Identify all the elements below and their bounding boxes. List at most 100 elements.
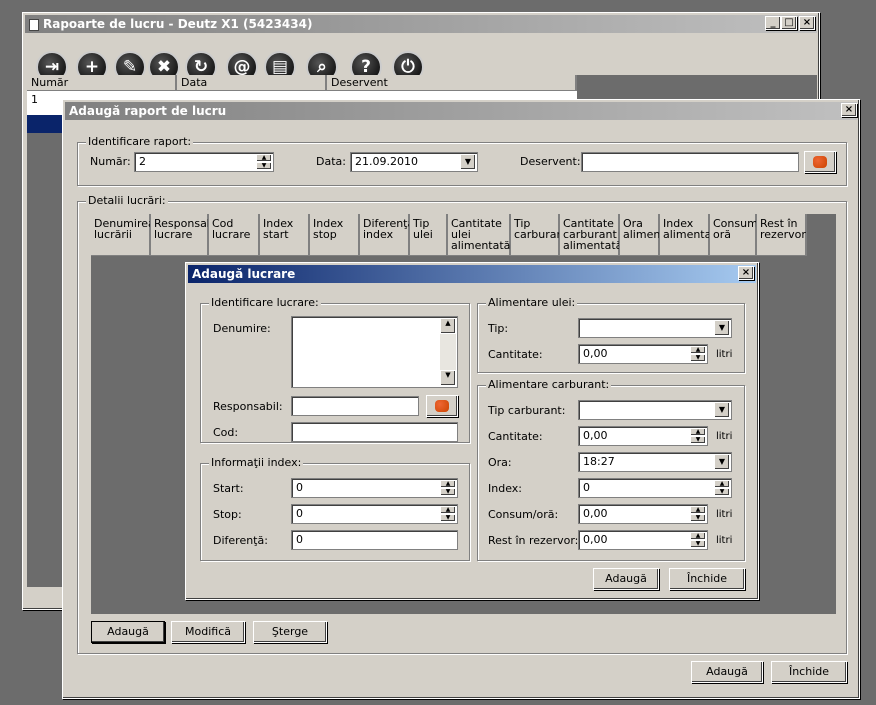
detail-col-header[interactable]: Cantitate carburant alimentată — [560, 214, 620, 256]
chevron-down-icon[interactable]: ▼ — [714, 320, 730, 336]
col-header-data[interactable]: Data — [177, 75, 327, 91]
add-row-button[interactable]: Adaugă — [91, 621, 165, 643]
power-icon: ⏻ — [401, 57, 415, 77]
oil-cantitate-stepper[interactable]: 0,00 ▲ ▼ — [578, 344, 708, 364]
report-identification-group: Identificare raport: Număr: 2 ▲ ▼ Data: 21… — [77, 135, 847, 186]
close-button[interactable]: × — [799, 16, 815, 30]
start-value: 0 — [296, 481, 303, 494]
diferenta-label: Diferenţă: — [213, 534, 268, 547]
chevron-down-icon[interactable]: ▼ — [460, 154, 476, 170]
work-dialog-close-button[interactable]: × — [738, 266, 754, 280]
col-header-deservent[interactable]: Deservent — [327, 75, 577, 91]
chevron-down-icon[interactable]: ▼ — [714, 402, 730, 418]
modify-row-button[interactable]: Modifică — [171, 621, 245, 643]
deservent-label: Deservent: — [520, 155, 581, 168]
numar-spin[interactable]: ▲ ▼ — [256, 154, 272, 170]
help-icon: ? — [361, 57, 371, 77]
oil-cantitate-label: Cantitate: — [488, 348, 543, 361]
start-spin[interactable]: ▲ ▼ — [440, 480, 456, 496]
pencil-icon: ✎ — [122, 57, 138, 77]
people-icon — [435, 400, 449, 412]
deservent-picker-button[interactable] — [804, 151, 836, 173]
col-header-numar[interactable]: Număr — [27, 75, 177, 91]
index-info-group: Informaţii index: Start: 0 ▲ ▼ Stop: 0 ▲ ▼ D… — [200, 456, 470, 561]
report-dialog-title-bar[interactable]: Adaugă raport de lucru — [65, 102, 857, 120]
detail-col-header[interactable]: Cod lucrare — [209, 214, 260, 256]
oil-cantitate-value: 0,00 — [583, 347, 608, 360]
fuel-cantitate-stepper[interactable]: 0,00 ▲ ▼ — [578, 426, 708, 446]
minimize-button[interactable]: _ — [765, 16, 781, 30]
report-identification-legend: Identificare raport: — [86, 135, 194, 148]
detail-col-header[interactable]: Index alimentare — [660, 214, 710, 256]
detail-col-header[interactable]: Tip ulei — [410, 214, 448, 256]
data-label: Data: — [316, 155, 346, 168]
work-dialog-title-bar[interactable]: Adaugă lucrare — [188, 265, 756, 283]
consum-stepper[interactable]: 0,00 ▲ ▼ — [578, 504, 708, 524]
at-icon: @ — [233, 57, 251, 77]
detail-col-header[interactable]: Ora alimentare — [620, 214, 660, 256]
responsabil-label: Responsabil: — [213, 400, 283, 413]
selected-row-marker[interactable] — [27, 115, 67, 133]
scroll-up-icon[interactable]: ▲ — [440, 318, 456, 334]
add-report-button[interactable]: Adaugă — [691, 661, 763, 683]
oil-tip-label: Tip: — [488, 322, 509, 335]
oil-supply-group: Alimentare ulei: Tip: ▼ Cantitate: 0,00 ▲… — [477, 296, 745, 373]
stop-label: Stop: — [213, 508, 242, 521]
index-info-legend: Informaţii index: — [209, 456, 304, 469]
detail-col-header[interactable]: Responsabil lucrare — [151, 214, 209, 256]
main-title-bar[interactable]: Rapoarte de lucru - Deutz X1 (5423434) — [25, 15, 817, 33]
rest-stepper[interactable]: 0,00 ▲ ▼ — [578, 530, 708, 550]
rest-spin[interactable]: ▲ ▼ — [690, 532, 706, 548]
detail-col-header[interactable]: Rest în rezervor — [757, 214, 807, 256]
search-icon: ⌕ — [317, 57, 327, 77]
plus-icon: + — [84, 57, 100, 77]
oil-cantitate-spin[interactable]: ▲ ▼ — [690, 346, 706, 362]
cod-label: Cod: — [213, 426, 239, 439]
work-dialog: Adaugă lucrare × Identificare lucrare: D… — [185, 262, 759, 600]
stop-stepper[interactable]: 0 ▲ ▼ — [291, 504, 458, 524]
detail-col-header[interactable]: Tip carburant — [511, 214, 560, 256]
fuel-cantitate-spin[interactable]: ▲ ▼ — [690, 428, 706, 444]
fuel-tip-select[interactable]: ▼ — [578, 400, 732, 420]
stop-spin[interactable]: ▲ ▼ — [440, 506, 456, 522]
numar-stepper[interactable]: 2 ▲ ▼ — [134, 152, 274, 172]
denumire-scrollbar[interactable]: ▲ ▼ — [440, 318, 456, 386]
detail-col-header[interactable]: Consum/ oră — [710, 214, 757, 256]
detail-col-header[interactable]: Index start — [260, 214, 310, 256]
close-work-button[interactable]: Închide — [669, 568, 745, 590]
chevron-down-icon[interactable]: ▼ — [714, 454, 730, 470]
detail-col-header[interactable]: Cantitate ulei alimentată — [448, 214, 511, 256]
fuel-cantitate-value: 0,00 — [583, 429, 608, 442]
detail-col-header[interactable]: Denumirea lucrării — [91, 214, 151, 256]
detail-col-header[interactable]: Index stop — [310, 214, 360, 256]
start-label: Start: — [213, 482, 244, 495]
responsabil-field[interactable] — [291, 396, 419, 416]
refresh-icon: ↻ — [193, 57, 209, 77]
report-dialog-close-button[interactable]: × — [841, 103, 857, 117]
cod-field[interactable] — [291, 422, 458, 442]
detail-col-header[interactable]: Diferenţă index — [360, 214, 410, 256]
deservent-field[interactable] — [581, 152, 799, 172]
ora-select[interactable]: 18:27 ▼ — [578, 452, 732, 472]
ora-value: 18:27 — [583, 455, 615, 468]
data-date-picker[interactable]: 21.09.2010 ▼ — [350, 152, 478, 172]
consum-unit: litri — [716, 509, 733, 520]
add-work-button[interactable]: Adaugă — [593, 568, 659, 590]
fuel-cantitate-unit: litri — [716, 431, 733, 442]
consum-value: 0,00 — [583, 507, 608, 520]
delete-icon: ✖ — [156, 57, 172, 77]
close-report-button[interactable]: Închide — [771, 661, 847, 683]
oil-tip-select[interactable]: ▼ — [578, 318, 732, 338]
start-stepper[interactable]: 0 ▲ ▼ — [291, 478, 458, 498]
delete-row-button[interactable]: Şterge — [253, 621, 327, 643]
responsabil-picker-button[interactable] — [426, 395, 458, 417]
work-dialog-title: Adaugă lucrare — [192, 267, 296, 281]
index-stepper[interactable]: 0 ▲ ▼ — [578, 478, 732, 498]
scroll-down-icon[interactable]: ▼ — [440, 370, 456, 386]
index-spin[interactable]: ▲ ▼ — [714, 480, 730, 496]
report-dialog-title: Adaugă raport de lucru — [69, 104, 227, 118]
maximize-button[interactable]: □ — [781, 16, 797, 30]
consum-spin[interactable]: ▲ ▼ — [690, 506, 706, 522]
main-window-title: Rapoarte de lucru - Deutz X1 (5423434) — [43, 17, 313, 31]
denumire-textarea[interactable]: ▲ ▼ — [291, 316, 458, 388]
